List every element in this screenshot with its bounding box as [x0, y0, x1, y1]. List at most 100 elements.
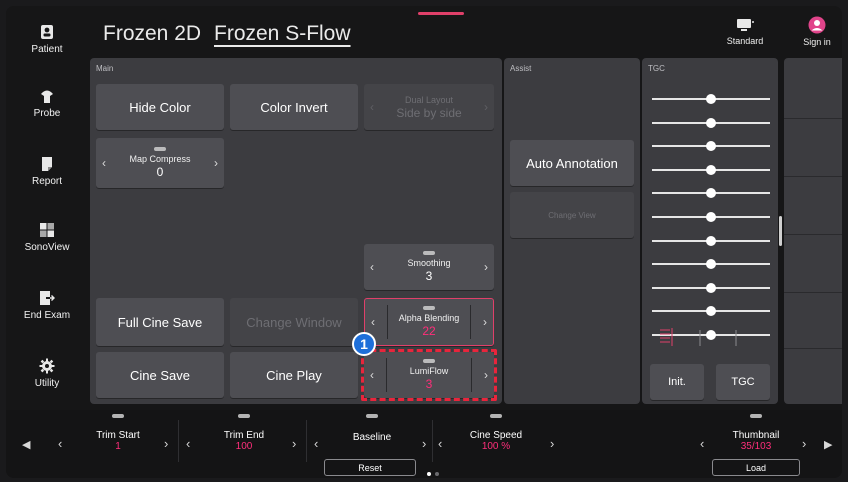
chevron-right-icon[interactable]: › [422, 436, 426, 451]
tgc-slider[interactable] [652, 282, 770, 293]
chevron-left-icon[interactable]: ‹ [371, 315, 375, 329]
chevron-left-icon[interactable]: ‹ [186, 436, 190, 451]
tgc-slider[interactable] [652, 94, 770, 104]
alpha-blending-control[interactable]: ‹ Alpha Blending 22 › [364, 298, 494, 346]
smoothing-control[interactable]: ‹ Smoothing 3 › [364, 244, 494, 290]
tgc-slider-knob[interactable] [706, 235, 716, 246]
thumbnail-control[interactable]: Thumbnail 35/103 [710, 414, 802, 452]
tgc-slider[interactable] [652, 212, 770, 222]
chevron-left-icon[interactable]: ‹ [314, 436, 318, 451]
tgc-slider-knob[interactable] [706, 164, 716, 175]
divider [784, 348, 842, 349]
tgc-slider[interactable] [652, 259, 770, 270]
chevron-left-icon[interactable]: ‹ [370, 260, 374, 274]
trim-start-control[interactable]: Trim Start 1 [72, 414, 164, 452]
chevron-left-icon[interactable]: ‹ [102, 156, 106, 170]
scroll-left-icon[interactable]: ◀ [22, 438, 30, 451]
tgc-button[interactable]: TGC [716, 364, 770, 400]
dual-layout-control[interactable]: ‹ Dual Layout Side by side › [364, 84, 494, 130]
bottom-control-bar: ◀ ‹ Trim Start 1 › ‹ Trim End 100 › ‹ Ba… [6, 410, 842, 478]
sidebar-item-end-exam[interactable]: End Exam [6, 290, 88, 350]
tgc-slider-knob[interactable] [706, 306, 716, 317]
tgc-slider-knob[interactable] [706, 282, 716, 293]
sidebar-item-label: Patient [31, 44, 63, 55]
full-cine-save-button[interactable]: Full Cine Save [96, 298, 224, 346]
sign-in-button[interactable]: Sign in [794, 16, 840, 47]
trim-end-value: 100 [235, 441, 253, 452]
change-window-button[interactable]: Change Window [230, 298, 358, 346]
splitter-handle[interactable] [779, 216, 782, 246]
end-exam-icon [40, 291, 55, 305]
tgc-slider[interactable] [652, 188, 770, 199]
divider [306, 420, 307, 462]
color-invert-button[interactable]: Color Invert [230, 84, 358, 130]
reset-button[interactable]: Reset [324, 459, 416, 476]
tgc-button-label: TGC [731, 376, 755, 388]
sidebar-item-patient[interactable]: Patient [6, 24, 88, 84]
hide-color-label: Hide Color [129, 99, 191, 115]
trim-end-control[interactable]: Trim End 100 [198, 414, 290, 452]
tgc-slider-knob[interactable] [706, 212, 716, 222]
sidebar-item-probe[interactable]: Probe [6, 88, 88, 148]
report-icon [42, 157, 52, 171]
chevron-right-icon[interactable]: › [550, 436, 554, 451]
sidebar-item-utility[interactable]: Utility [6, 358, 88, 418]
sidebar-item-report[interactable]: Report [6, 156, 88, 216]
cine-play-button[interactable]: Cine Play [230, 352, 358, 398]
tgc-slider-knob[interactable] [706, 188, 716, 199]
tgc-slider[interactable] [652, 235, 770, 246]
chevron-right-icon[interactable]: › [802, 436, 806, 451]
thumbnail-value: 35/103 [740, 441, 772, 452]
sidebar: Patient Probe Report SonoView End Exam U… [6, 6, 88, 410]
tgc-slider-knob[interactable] [706, 141, 716, 152]
init-button[interactable]: Init. [650, 364, 704, 400]
pill-indicator-icon [750, 414, 762, 418]
map-compress-control[interactable]: ‹ Map Compress 0 › [96, 138, 224, 188]
chevron-left-icon[interactable]: ‹ [700, 436, 704, 451]
pill-indicator-icon [423, 306, 435, 310]
chevron-left-icon[interactable]: ‹ [438, 436, 442, 451]
change-view-button[interactable]: Change View [510, 192, 634, 238]
chevron-right-icon[interactable]: › [484, 260, 488, 274]
sidebar-item-label: End Exam [23, 310, 71, 321]
tgc-slider[interactable] [652, 306, 770, 317]
tgc-panel: TGC Init. TGC [642, 58, 778, 404]
sidebar-item-label: Probe [33, 108, 61, 119]
tgc-slider[interactable] [652, 141, 770, 152]
hide-color-button[interactable]: Hide Color [96, 84, 224, 130]
tab-frozen-2d[interactable]: Frozen 2D [103, 22, 201, 46]
tab-frozen-s-flow[interactable]: Frozen S-Flow [214, 22, 351, 46]
tgc-slider[interactable] [652, 164, 770, 175]
tgc-slider-knob[interactable] [706, 259, 716, 270]
scroll-right-icon[interactable]: ▶ [824, 438, 832, 451]
cine-speed-value: 100 % [481, 441, 511, 452]
cine-save-button[interactable]: Cine Save [96, 352, 224, 398]
highlight-box [361, 349, 497, 401]
chevron-right-icon[interactable]: › [292, 436, 296, 451]
chevron-right-icon[interactable]: › [164, 436, 168, 451]
trim-start-label: Trim Start [96, 430, 140, 441]
chevron-left-icon[interactable]: ‹ [370, 100, 374, 114]
pill-indicator-icon [366, 414, 378, 418]
full-cine-save-label: Full Cine Save [117, 314, 203, 330]
chevron-right-icon[interactable]: › [214, 156, 218, 170]
auto-annotation-button[interactable]: Auto Annotation [510, 140, 634, 186]
trim-start-value: 1 [115, 441, 121, 452]
sidebar-item-label: Utility [34, 378, 60, 389]
load-button[interactable]: Load [712, 459, 800, 476]
baseline-control[interactable]: Baseline [326, 414, 418, 443]
dual-layout-value: Side by side [396, 105, 462, 120]
cine-speed-control[interactable]: Cine Speed 100 % [450, 414, 542, 452]
chevron-right-icon[interactable]: › [484, 100, 488, 114]
map-compress-value: 0 [156, 165, 164, 179]
standard-button[interactable]: Standard [722, 18, 768, 46]
chevron-left-icon[interactable]: ‹ [58, 436, 62, 451]
sidebar-item-sonoview[interactable]: SonoView [6, 222, 88, 282]
baseline-label: Baseline [352, 432, 392, 443]
tgc-slider-knob[interactable] [706, 94, 716, 104]
tgc-slider[interactable] [652, 117, 770, 128]
tgc-slider-knob[interactable] [706, 117, 716, 128]
color-invert-label: Color Invert [260, 99, 328, 115]
chevron-right-icon[interactable]: › [483, 315, 487, 329]
divider [784, 176, 842, 177]
